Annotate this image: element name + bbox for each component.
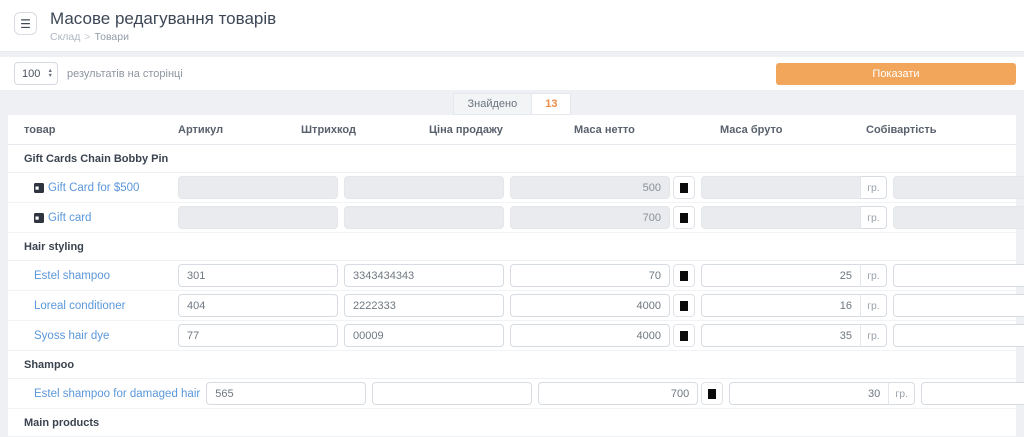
barcode-input <box>344 176 504 199</box>
price-input[interactable] <box>510 294 670 317</box>
net-input <box>701 206 861 229</box>
found-badge: Знайдено 13 <box>453 93 572 115</box>
page-title: Масове редагування товарів <box>50 9 276 29</box>
gift-card-icon <box>34 183 44 193</box>
breadcrumb-item-sklad[interactable]: Склад <box>50 31 80 43</box>
per-page-value: 100 <box>22 68 40 80</box>
net-input[interactable] <box>701 324 861 347</box>
column-header-sku: Артикул <box>178 124 295 136</box>
currency-glyph-icon <box>673 206 695 229</box>
unit-suffix: гр. <box>860 176 887 199</box>
barcode-input[interactable] <box>372 382 532 405</box>
table-row: Estel shampoo for damaged hairгр.гр. <box>8 379 1016 409</box>
net-input[interactable] <box>701 294 861 317</box>
column-header-price: Ціна продажу <box>429 124 568 136</box>
barcode-input[interactable] <box>344 294 504 317</box>
gross-input <box>893 176 1024 199</box>
table-row: Gift cardгр.гр. <box>8 203 1016 233</box>
table-row: Gift Card for $500гр.гр. <box>8 173 1016 203</box>
sku-input[interactable] <box>206 382 366 405</box>
header-text: Масове редагування товарів Склад > Товари <box>50 9 276 43</box>
column-header-net: Маса нетто <box>574 124 714 136</box>
barcode-input[interactable] <box>344 264 504 287</box>
table-row: Syoss hair dyeгр.гр. <box>8 321 1016 351</box>
currency-glyph-icon <box>701 382 723 405</box>
table-header-row: товар Артикул Штрихкод Ціна продажу Маса нет… <box>8 115 1016 145</box>
sku-input <box>178 176 338 199</box>
price-input[interactable] <box>510 264 670 287</box>
barcode-input <box>344 206 504 229</box>
price-input <box>510 176 670 199</box>
group-row: Hair styling <box>8 233 1016 261</box>
gross-input[interactable] <box>893 324 1024 347</box>
table-row: Loreal conditionerгр.гр. <box>8 291 1016 321</box>
unit-suffix: гр. <box>860 324 887 347</box>
product-link[interactable]: Estel shampoo <box>34 270 110 282</box>
column-header-gross: Маса бруто <box>720 124 860 136</box>
breadcrumb-separator: > <box>84 31 90 43</box>
menu-button[interactable]: ☰ <box>14 12 37 35</box>
sku-input[interactable] <box>178 264 338 287</box>
unit-suffix: гр. <box>888 382 915 405</box>
net-input[interactable] <box>701 264 861 287</box>
breadcrumb: Склад > Товари <box>50 31 276 43</box>
table-body: Gift Cards Chain Bobby Pin Gift Card for … <box>8 145 1016 437</box>
unit-suffix: гр. <box>860 206 887 229</box>
page-header: ☰ Масове редагування товарів Склад > Товар… <box>0 0 1024 52</box>
unit-suffix: гр. <box>860 264 887 287</box>
price-input[interactable] <box>538 382 698 405</box>
sku-input <box>178 206 338 229</box>
price-input[interactable] <box>510 324 670 347</box>
currency-glyph-icon <box>673 176 695 199</box>
group-row: Gift Cards Chain Bobby Pin <box>8 145 1016 173</box>
stepper-arrows-icon: ▲▼ <box>48 69 53 78</box>
product-link[interactable]: Gift Card for $500 <box>48 182 139 194</box>
show-button[interactable]: Показати <box>776 63 1016 85</box>
gross-input <box>893 206 1024 229</box>
per-page-control: 100 ▲▼ результатів на сторінці <box>14 62 183 85</box>
price-input <box>510 206 670 229</box>
column-header-product: товар <box>24 124 172 136</box>
net-input <box>701 176 861 199</box>
toolbar: 100 ▲▼ результатів на сторінці Показати <box>0 57 1024 90</box>
group-row: Main products <box>8 409 1016 437</box>
column-header-cost: Собівартість <box>866 124 1000 136</box>
net-input[interactable] <box>729 382 889 405</box>
product-link[interactable]: Loreal conditioner <box>34 300 125 312</box>
sku-input[interactable] <box>178 294 338 317</box>
menu-icon: ☰ <box>20 17 31 31</box>
per-page-label: результатів на сторінці <box>67 68 183 80</box>
product-link[interactable]: Gift card <box>48 212 91 224</box>
found-label: Знайдено <box>453 93 533 115</box>
gross-input[interactable] <box>893 264 1024 287</box>
found-count: 13 <box>532 93 571 115</box>
gift-card-icon <box>34 213 44 223</box>
column-header-barcode: Штрихкод <box>301 124 423 136</box>
barcode-input[interactable] <box>344 324 504 347</box>
group-row: Shampoo <box>8 351 1016 379</box>
found-row: Знайдено 13 <box>0 90 1024 115</box>
gross-input[interactable] <box>893 294 1024 317</box>
currency-glyph-icon <box>673 324 695 347</box>
products-table: товар Артикул Штрихкод Ціна продажу Маса нет… <box>8 115 1016 437</box>
unit-suffix: гр. <box>860 294 887 317</box>
sku-input[interactable] <box>178 324 338 347</box>
gross-input[interactable] <box>921 382 1024 405</box>
product-link[interactable]: Syoss hair dye <box>34 330 109 342</box>
per-page-select[interactable]: 100 ▲▼ <box>14 62 58 85</box>
currency-glyph-icon <box>673 294 695 317</box>
table-row: Estel shampooгр.гр. <box>8 261 1016 291</box>
currency-glyph-icon <box>673 264 695 287</box>
breadcrumb-item-tovary[interactable]: Товари <box>95 31 129 43</box>
product-link[interactable]: Estel shampoo for damaged hair <box>34 388 200 400</box>
